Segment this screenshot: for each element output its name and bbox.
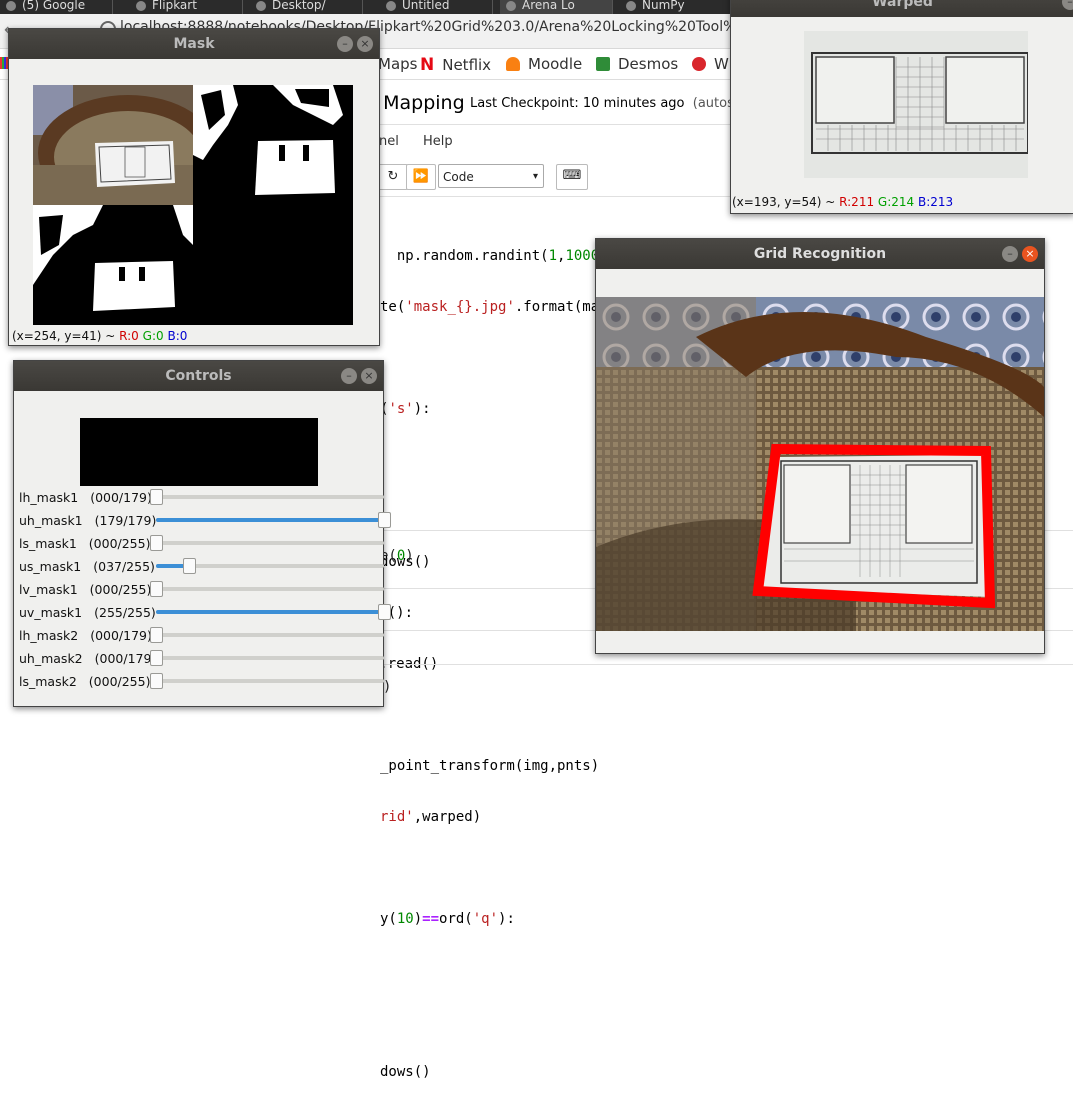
tab-favicon-icon — [626, 1, 636, 11]
slider-row-ls-mask2: ls_mask2 (000/255) — [19, 671, 389, 693]
slider-track[interactable] — [150, 489, 384, 505]
controls-preview — [80, 418, 318, 486]
restart-kernel-button[interactable]: ↻ — [378, 164, 408, 190]
slider-track[interactable] — [150, 581, 384, 597]
controls-window[interactable]: Controls – × lh_mask1 (000/179) uh_mask1 (1… — [13, 360, 391, 707]
mask-window[interactable]: Mask – × (x=254, y=41) ~ R:0 G:0 B:0 — [8, 28, 380, 346]
slider-label: lh_mask1 (000/179) — [19, 490, 152, 505]
slider-handle[interactable] — [150, 535, 163, 551]
slider-handle[interactable] — [150, 581, 163, 597]
slider-handle[interactable] — [150, 489, 163, 505]
slider-label: uv_mask1 (255/255) — [19, 605, 156, 620]
warped-image[interactable] — [804, 31, 1029, 178]
restart-icon: ↻ — [387, 169, 399, 184]
tab-favicon-icon — [136, 1, 146, 11]
window-titlebar[interactable]: Grid Recognition — [596, 239, 1044, 269]
slider-track[interactable] — [156, 512, 391, 528]
slider-row-us-mask1: us_mask1 (037/255) — [19, 556, 389, 578]
browser-tab[interactable]: Flipkart — [130, 0, 243, 14]
slider-label: ls_mask1 (000/255) — [19, 536, 151, 551]
slider-track[interactable] — [156, 604, 391, 620]
slider-row-lh-mask1: lh_mask1 (000/179) — [19, 487, 389, 509]
slider-row-uv-mask1: uv_mask1 (255/255) — [19, 602, 391, 624]
slider-handle[interactable] — [150, 673, 163, 689]
slider-label: uh_mask1 (179/179) — [19, 513, 157, 528]
tab-favicon-icon — [6, 1, 16, 11]
browser-tab[interactable]: NumPy — [620, 0, 733, 14]
slider-track[interactable] — [150, 650, 384, 666]
cell-border — [365, 664, 1073, 665]
minimize-icon[interactable]: – — [341, 368, 357, 384]
close-icon[interactable]: × — [1022, 246, 1038, 262]
slider-label: uh_mask2 (000/179) — [19, 651, 157, 666]
slider-row-uh-mask2: uh_mask2 (000/179) — [19, 648, 389, 670]
slider-track[interactable] — [150, 627, 384, 643]
browser-tab[interactable]: Untitled — [380, 0, 493, 14]
close-icon[interactable]: × — [361, 368, 377, 384]
mask-image[interactable] — [33, 85, 353, 325]
pixel-status: (x=193, y=54) ~ R:211 G:214 B:213 — [732, 195, 954, 209]
warped-window[interactable]: Warped – (x=193, y=54) ~ R:211 G:214 B:2… — [730, 0, 1073, 214]
tab-favicon-icon — [386, 1, 396, 11]
bookmark-w[interactable]: W — [692, 55, 729, 73]
slider-label: us_mask1 (037/255) — [19, 559, 155, 574]
bookmark-desmos[interactable]: Desmos — [596, 55, 678, 73]
cell-type-select[interactable]: Code ▾ — [438, 164, 544, 188]
command-palette-button[interactable]: ⌨ — [556, 164, 588, 190]
keyboard-icon: ⌨ — [562, 168, 582, 183]
checkpoint-status: Last Checkpoint: 10 minutes ago (autosav… — [470, 96, 771, 111]
bookmark-maps[interactable]: Maps — [378, 55, 417, 73]
minimize-icon[interactable]: – — [337, 36, 353, 52]
window-titlebar[interactable]: Warped — [731, 0, 1073, 17]
slider-row-lh-mask2: lh_mask2 (000/179) — [19, 625, 389, 647]
slider-label: ls_mask2 (000/255) — [19, 674, 151, 689]
grid-recognition-window[interactable]: Grid Recognition – × — [595, 238, 1045, 654]
slider-fill — [156, 518, 384, 522]
slider-row-uh-mask1: uh_mask1 (179/179) — [19, 510, 391, 532]
slider-row-ls-mask1: ls_mask1 (000/255) — [19, 533, 389, 555]
slider-track[interactable] — [150, 535, 384, 551]
slider-fill — [156, 610, 384, 614]
slider-handle[interactable] — [378, 604, 391, 620]
slider-row-lv-mask1: lv_mask1 (000/255) — [19, 579, 389, 601]
bookmark-netflix[interactable]: N Netflix — [420, 55, 491, 75]
slider-handle[interactable] — [150, 650, 163, 666]
notebook-toolbar: ↻ ⏩ Code ▾ ⌨ — [360, 162, 600, 192]
slider-handle[interactable] — [378, 512, 391, 528]
code-line: y(10)==ord('q'): — [380, 911, 515, 927]
close-icon[interactable]: × — [357, 36, 373, 52]
slider-label: lv_mask1 (000/255) — [19, 582, 152, 597]
browser-tab[interactable]: (5) Google — [0, 0, 113, 14]
moodle-logo-icon — [506, 57, 520, 71]
tab-favicon-icon — [506, 1, 516, 11]
apps-grid-icon[interactable] — [0, 57, 8, 69]
slider-label: lh_mask2 (000/179) — [19, 628, 152, 643]
netflix-logo-icon: N — [420, 55, 435, 75]
tab-favicon-icon — [256, 1, 266, 11]
window-titlebar[interactable]: Controls — [14, 361, 383, 391]
camera-feed-image[interactable] — [596, 297, 1044, 631]
slider-handle[interactable] — [183, 558, 197, 574]
code-line: rid',warped) — [380, 809, 482, 825]
menu-item-help[interactable]: Help — [423, 134, 453, 149]
code-line: dows() — [380, 1064, 431, 1080]
run-all-button[interactable]: ⏩ — [406, 164, 436, 190]
desmos-logo-icon — [596, 57, 610, 71]
browser-tab-active[interactable]: Arena Lo — [500, 0, 613, 14]
window-titlebar[interactable]: Mask — [9, 29, 379, 59]
slider-handle[interactable] — [150, 627, 163, 643]
code-line: _point_transform(img,pnts) — [380, 758, 600, 774]
chevron-down-icon: ▾ — [532, 171, 538, 182]
minimize-icon[interactable]: – — [1002, 246, 1018, 262]
bookmark-moodle[interactable]: Moodle — [506, 55, 582, 73]
slider-track[interactable] — [150, 673, 384, 689]
menu-item-kernel[interactable]: nel — [379, 134, 399, 149]
slider-track[interactable] — [156, 558, 384, 574]
bookmark-logo-icon — [692, 57, 706, 71]
fast-forward-icon: ⏩ — [412, 169, 430, 184]
pixel-status: (x=254, y=41) ~ R:0 G:0 B:0 — [12, 329, 188, 343]
browser-tab[interactable]: Desktop/ — [250, 0, 363, 14]
